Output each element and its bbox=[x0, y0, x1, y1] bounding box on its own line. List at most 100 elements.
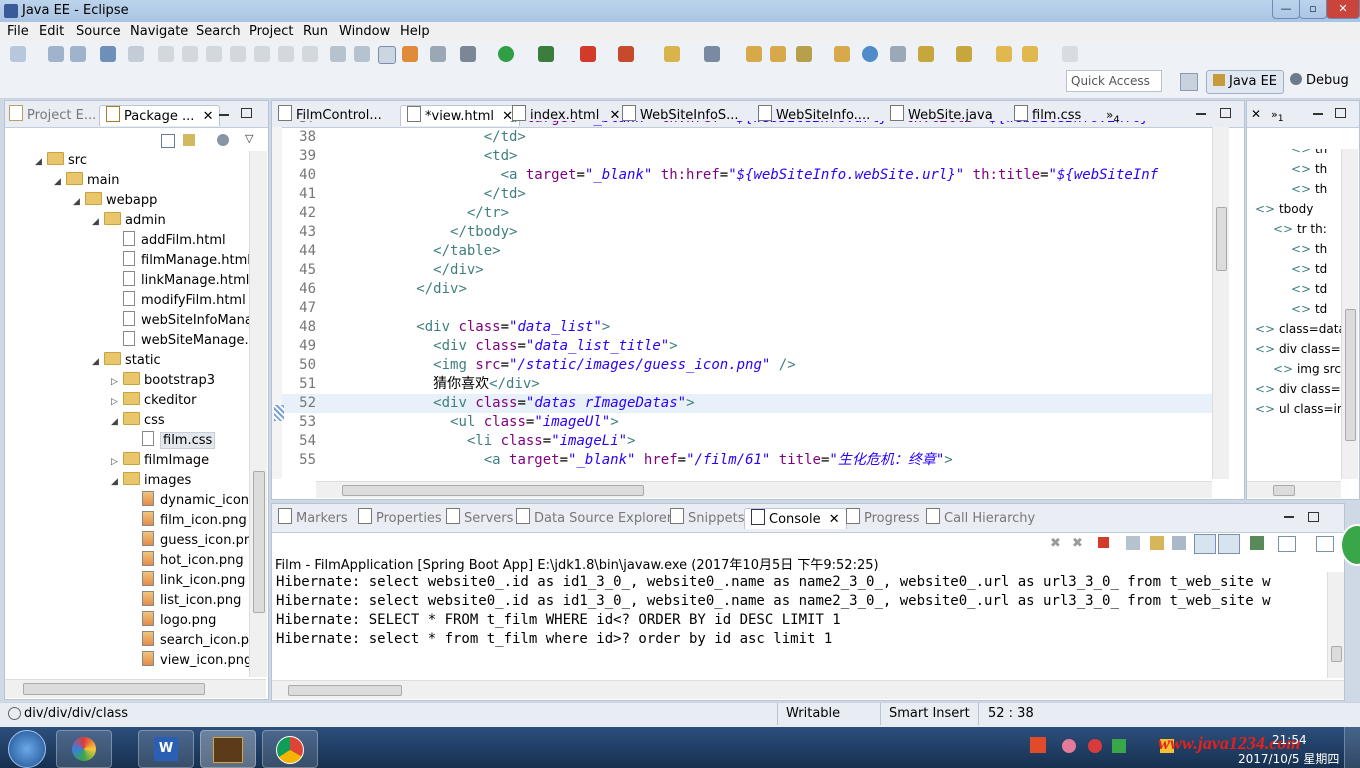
open-console-icon[interactable] bbox=[1316, 536, 1334, 552]
outline-item[interactable]: <> tbody bbox=[1255, 199, 1313, 219]
outline-vertical-scrollbar[interactable] bbox=[1341, 149, 1358, 479]
minimize-outline-icon[interactable] bbox=[1313, 113, 1323, 115]
annotation-next-icon[interactable] bbox=[890, 46, 906, 62]
new-icon[interactable] bbox=[10, 46, 26, 62]
next-annotation-icon[interactable] bbox=[956, 46, 972, 62]
code-line[interactable]: 43 </tbody> bbox=[282, 223, 1212, 242]
maximize-editor-icon[interactable] bbox=[1220, 108, 1231, 118]
menu-navigate[interactable]: Navigate bbox=[130, 24, 188, 39]
close-icon[interactable]: ✕ bbox=[829, 512, 840, 527]
outline-item[interactable]: <> div class=data bbox=[1255, 379, 1341, 399]
collapse-all-icon[interactable] bbox=[161, 134, 175, 148]
outline-item[interactable]: <> ul class=im bbox=[1255, 399, 1341, 419]
tree-item[interactable]: view_icon.png bbox=[130, 651, 249, 671]
code-line[interactable]: 52 <div class="datas rImageDatas"> bbox=[282, 394, 1212, 413]
show-desktop-button[interactable] bbox=[1344, 727, 1360, 768]
clock-date[interactable]: 2017/10/5 星期四 bbox=[1238, 750, 1339, 767]
open-perspective-icon[interactable] bbox=[1180, 73, 1198, 91]
tree-item[interactable]: list_icon.png bbox=[130, 591, 241, 611]
tree-item[interactable]: ◢ css bbox=[111, 411, 165, 431]
suspend-icon[interactable] bbox=[182, 46, 198, 62]
outline-item[interactable]: <> th bbox=[1291, 179, 1327, 199]
tree-item[interactable]: addFilm.html bbox=[111, 231, 226, 251]
step-return-icon[interactable] bbox=[302, 46, 318, 62]
open-web-icon[interactable] bbox=[430, 46, 446, 62]
tree-item[interactable]: ▷ bootstrap3 bbox=[111, 371, 215, 391]
tree-scroll-thumb[interactable] bbox=[253, 471, 265, 613]
taskbar-eclipse[interactable] bbox=[200, 730, 256, 768]
editor-scroll-thumb[interactable] bbox=[1216, 207, 1227, 271]
java-ee-perspective-button[interactable]: Java EE bbox=[1206, 70, 1285, 94]
code-line[interactable]: 38 </td> bbox=[282, 128, 1212, 147]
pin-console-icon[interactable] bbox=[1250, 536, 1264, 550]
web-browser-icon[interactable] bbox=[402, 46, 418, 62]
outline-item[interactable]: <> div class=data bbox=[1255, 339, 1341, 359]
code-line[interactable]: 42 </tr> bbox=[282, 204, 1212, 223]
tree-item[interactable]: film.css bbox=[130, 431, 216, 451]
tray-shield-icon[interactable] bbox=[1112, 739, 1126, 753]
pin-icon[interactable] bbox=[918, 46, 934, 62]
search-tool-icon[interactable] bbox=[796, 46, 812, 62]
tree-item[interactable]: logo.png bbox=[130, 611, 216, 631]
run-icon[interactable] bbox=[498, 46, 514, 62]
view-menu-icon[interactable] bbox=[217, 134, 229, 146]
new-java-project-icon[interactable] bbox=[664, 46, 680, 62]
tree-item[interactable]: guess_icon.png bbox=[130, 531, 249, 551]
code-line[interactable]: 47 bbox=[282, 299, 1212, 318]
close-icon[interactable]: ✕ bbox=[1251, 107, 1261, 121]
tab-servers[interactable]: Servers bbox=[446, 508, 513, 528]
code-line[interactable]: 41 </td> bbox=[282, 185, 1212, 204]
console-output[interactable]: Hibernate: select website0_.id as id1_3_… bbox=[272, 573, 1327, 677]
taskbar-word[interactable]: W bbox=[138, 730, 194, 768]
tree-horizontal-scrollbar[interactable] bbox=[5, 679, 266, 698]
outline-hscroll-thumb[interactable] bbox=[1273, 485, 1295, 496]
globe-icon[interactable] bbox=[862, 46, 878, 62]
tree-item[interactable]: linkManage.html bbox=[111, 271, 249, 291]
debug-settings-icon[interactable] bbox=[460, 46, 476, 62]
open-folder-icon[interactable] bbox=[770, 46, 786, 62]
disconnect-icon[interactable] bbox=[230, 46, 246, 62]
tab-markers[interactable]: Markers bbox=[278, 508, 348, 528]
maximize-console-icon[interactable] bbox=[1308, 512, 1319, 522]
quick-access-input[interactable]: Quick Access bbox=[1066, 70, 1162, 92]
maximize-view-icon[interactable] bbox=[241, 108, 252, 118]
resume-icon[interactable] bbox=[158, 46, 174, 62]
toggle-mark-occurrences-icon[interactable] bbox=[378, 46, 396, 64]
code-line[interactable]: 54 <li class="imageLi"> bbox=[282, 432, 1212, 451]
word-wrap-icon[interactable] bbox=[1172, 536, 1186, 550]
collapsed-twisty-icon[interactable]: ▷ bbox=[111, 372, 123, 392]
tab-properties[interactable]: Properties bbox=[358, 508, 442, 528]
tray-icon-1[interactable] bbox=[1030, 737, 1046, 753]
code-line[interactable]: 45 </div> bbox=[282, 261, 1212, 280]
outline-item[interactable]: <> class=data_lis bbox=[1255, 319, 1341, 339]
expanded-twisty-icon[interactable]: ◢ bbox=[73, 192, 85, 212]
editor-horizontal-scrollbar[interactable] bbox=[316, 481, 1212, 498]
outline-item[interactable]: <> td bbox=[1291, 279, 1327, 299]
show-on-stdout-icon[interactable] bbox=[1194, 534, 1216, 554]
tab-project-explorer[interactable]: Project E... bbox=[9, 105, 96, 125]
menu-edit[interactable]: Edit bbox=[39, 24, 64, 39]
clock-time[interactable]: 21:54 bbox=[1272, 733, 1307, 747]
outline-item[interactable]: <> td bbox=[1291, 259, 1327, 279]
menu-run[interactable]: Run bbox=[303, 24, 328, 39]
tree-item[interactable]: ◢ src bbox=[35, 151, 87, 171]
close-window-button[interactable]: ✕ bbox=[1326, 0, 1360, 19]
collapsed-twisty-icon[interactable]: ▷ bbox=[111, 392, 123, 412]
tree-item[interactable]: ◢ images bbox=[111, 471, 191, 491]
step-over-icon[interactable] bbox=[278, 46, 294, 62]
outline-item[interactable]: <> tr th: bbox=[1273, 219, 1327, 239]
editor-hscroll-thumb[interactable] bbox=[342, 485, 644, 496]
minimize-editor-icon[interactable] bbox=[1196, 113, 1206, 115]
console-hscroll-thumb[interactable] bbox=[288, 685, 402, 696]
tree-item[interactable]: modifyFilm.html bbox=[111, 291, 246, 311]
code-line[interactable]: 48 <div class="data_list"> bbox=[282, 318, 1212, 337]
minimize-view-icon[interactable] bbox=[219, 114, 229, 116]
use-step-filters-icon[interactable] bbox=[354, 46, 370, 62]
tab-call-hierarchy[interactable]: Call Hierarchy bbox=[926, 508, 1035, 528]
editor-vertical-scrollbar[interactable] bbox=[1212, 127, 1229, 479]
code-line[interactable]: 50 <img src="/static/images/guess_icon.p… bbox=[282, 356, 1212, 375]
expanded-twisty-icon[interactable]: ◢ bbox=[54, 172, 66, 192]
skip-breakpoints-icon[interactable] bbox=[128, 46, 144, 62]
code-line[interactable]: 49 <div class="data_list_title"> bbox=[282, 337, 1212, 356]
terminate-icon[interactable] bbox=[206, 46, 222, 62]
